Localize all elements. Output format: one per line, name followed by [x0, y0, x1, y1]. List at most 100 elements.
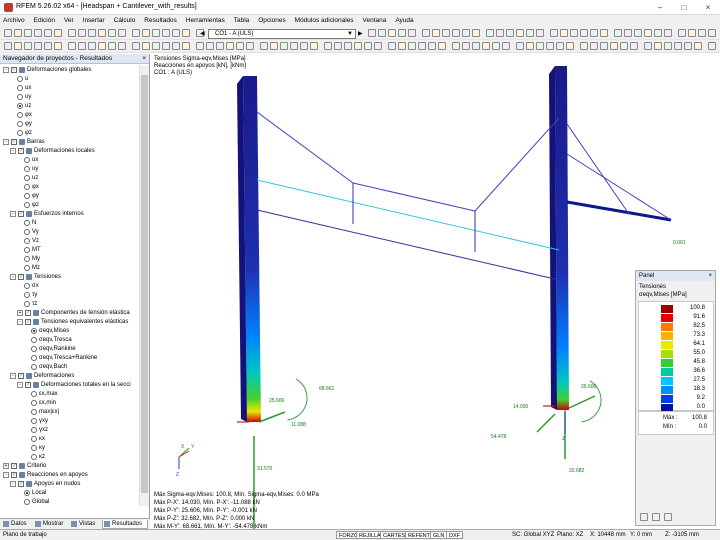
checkbox-icon[interactable]: ✓ [18, 274, 24, 280]
collapse-icon[interactable]: - [17, 382, 23, 388]
toolbar-button-icon[interactable] [664, 42, 672, 50]
toolbar-button-icon[interactable] [216, 42, 224, 50]
radio-button[interactable] [24, 193, 30, 199]
toolbar-button-icon[interactable] [334, 42, 342, 50]
toolbar-button-icon[interactable] [398, 42, 406, 50]
toolbar-button-icon[interactable] [432, 29, 440, 37]
expand-icon[interactable]: + [3, 463, 9, 469]
toolbar-button-icon[interactable] [664, 29, 672, 37]
menu-herramientas[interactable]: Herramientas [183, 15, 228, 27]
next-loadcase-icon[interactable]: ▶ [358, 30, 363, 37]
close-panel-icon[interactable]: × [708, 271, 712, 281]
settings-icon[interactable] [664, 513, 672, 521]
navigator-tree-item[interactable]: ux [0, 84, 139, 93]
toolbar-button-icon[interactable] [556, 42, 564, 50]
radio-button[interactable] [31, 445, 37, 451]
toolbar-button-icon[interactable] [142, 29, 150, 37]
toolbar-button-icon[interactable] [98, 42, 106, 50]
toolbar-button-icon[interactable] [590, 42, 598, 50]
toolbar-button-icon[interactable] [580, 42, 588, 50]
radio-button[interactable] [24, 175, 30, 181]
toolbar-button-icon[interactable] [118, 42, 126, 50]
menu-opciones[interactable]: Opciones [255, 15, 288, 27]
toolbar-button-icon[interactable] [88, 29, 96, 37]
navigator-tree-item[interactable]: σx [0, 282, 139, 291]
toolbar-button-icon[interactable] [24, 42, 32, 50]
loadcase-select[interactable]: CO1 - A (ULS) ▼ [208, 29, 356, 39]
toolbar-button-icon[interactable] [486, 29, 494, 37]
checkbox-icon[interactable]: ✓ [11, 463, 17, 469]
toolbar-button-icon[interactable] [4, 29, 12, 37]
radio-button[interactable] [24, 283, 30, 289]
navigator-tree-item[interactable]: φx [0, 183, 139, 192]
toolbar-button-icon[interactable] [68, 29, 76, 37]
toolbar-button-icon[interactable] [630, 42, 638, 50]
toolbar-button-icon[interactable] [600, 42, 608, 50]
toolbar-button-icon[interactable] [708, 42, 716, 50]
radio-button[interactable] [31, 346, 37, 352]
radio-button[interactable] [24, 499, 30, 505]
radio-button[interactable] [24, 490, 30, 496]
radio-button[interactable] [24, 265, 30, 271]
radio-button[interactable] [24, 247, 30, 253]
radio-button[interactable] [24, 157, 30, 163]
toolbar-button-icon[interactable] [634, 29, 642, 37]
previous-loadcase-icon[interactable]: ◀ [200, 30, 205, 37]
navigator-tree-item[interactable]: - ✓ Barras [0, 138, 139, 147]
toolbar-button-icon[interactable] [78, 29, 86, 37]
tab-vistas[interactable]: Vistas [70, 520, 102, 529]
toolbar-button-icon[interactable] [654, 29, 662, 37]
tab-mostrar[interactable]: Mostrar [34, 520, 70, 529]
toolbar-button-icon[interactable] [182, 42, 190, 50]
toolbar-button-icon[interactable] [4, 42, 12, 50]
toolbar-button-icon[interactable] [368, 29, 376, 37]
radio-button[interactable] [31, 418, 37, 424]
navigator-tree-item[interactable]: Vy [0, 228, 139, 237]
checkbox-icon[interactable]: ✓ [11, 139, 17, 145]
toolbar-button-icon[interactable] [654, 42, 662, 50]
collapse-icon[interactable]: - [10, 211, 16, 217]
navigator-tree-item[interactable]: σeqv,Tresca [0, 336, 139, 345]
collapse-icon[interactable]: - [3, 67, 9, 73]
radio-button[interactable] [31, 337, 37, 343]
navigator-tree-item[interactable]: + ✓ Criterio [0, 462, 139, 471]
menu-resultados[interactable]: Resultados [141, 15, 180, 27]
toolbar-button-icon[interactable] [688, 29, 696, 37]
radio-button[interactable] [31, 454, 37, 460]
toolbar-button-icon[interactable] [68, 42, 76, 50]
minimize-button[interactable]: – [648, 0, 672, 15]
toolbar-button-icon[interactable] [344, 42, 352, 50]
collapse-icon[interactable]: - [10, 373, 16, 379]
toolbar-button-icon[interactable] [472, 29, 480, 37]
toolbar-button-icon[interactable] [378, 29, 386, 37]
toolbar-button-icon[interactable] [182, 29, 190, 37]
toolbar-button-icon[interactable] [550, 29, 558, 37]
checkbox-icon[interactable]: ✓ [11, 472, 17, 478]
navigator-tree-item[interactable]: φy [0, 120, 139, 129]
toolbar-button-icon[interactable] [452, 29, 460, 37]
toolbar-button-icon[interactable] [34, 29, 42, 37]
navigator-tree-item[interactable]: εx,max [0, 390, 139, 399]
navigator-tree-item[interactable]: uz [0, 174, 139, 183]
collapse-icon[interactable]: - [17, 319, 23, 325]
navigator-tree-item[interactable]: My [0, 255, 139, 264]
color-scale-icon[interactable] [640, 513, 648, 521]
toolbar-button-icon[interactable] [246, 42, 254, 50]
toolbar-button-icon[interactable] [452, 42, 460, 50]
toolbar-button-icon[interactable] [438, 42, 446, 50]
radio-button[interactable] [31, 409, 37, 415]
toolbar-button-icon[interactable] [422, 29, 430, 37]
toolbar-button-icon[interactable] [620, 42, 628, 50]
toolbar-button-icon[interactable] [354, 42, 362, 50]
toolbar-button-icon[interactable] [172, 29, 180, 37]
toolbar-button-icon[interactable] [482, 42, 490, 50]
toolbar-button-icon[interactable] [516, 29, 524, 37]
toolbar-button-icon[interactable] [674, 42, 682, 50]
navigator-tree-item[interactable]: max|εx| [0, 408, 139, 417]
toolbar-button-icon[interactable] [78, 42, 86, 50]
toolbar-button-icon[interactable] [98, 29, 106, 37]
expand-icon[interactable]: + [17, 310, 23, 316]
navigator-tree-item[interactable]: - ✓ Apoyos en nudos [0, 480, 139, 489]
navigator-scrollbar[interactable] [139, 65, 149, 506]
collapse-icon[interactable]: - [10, 481, 16, 487]
